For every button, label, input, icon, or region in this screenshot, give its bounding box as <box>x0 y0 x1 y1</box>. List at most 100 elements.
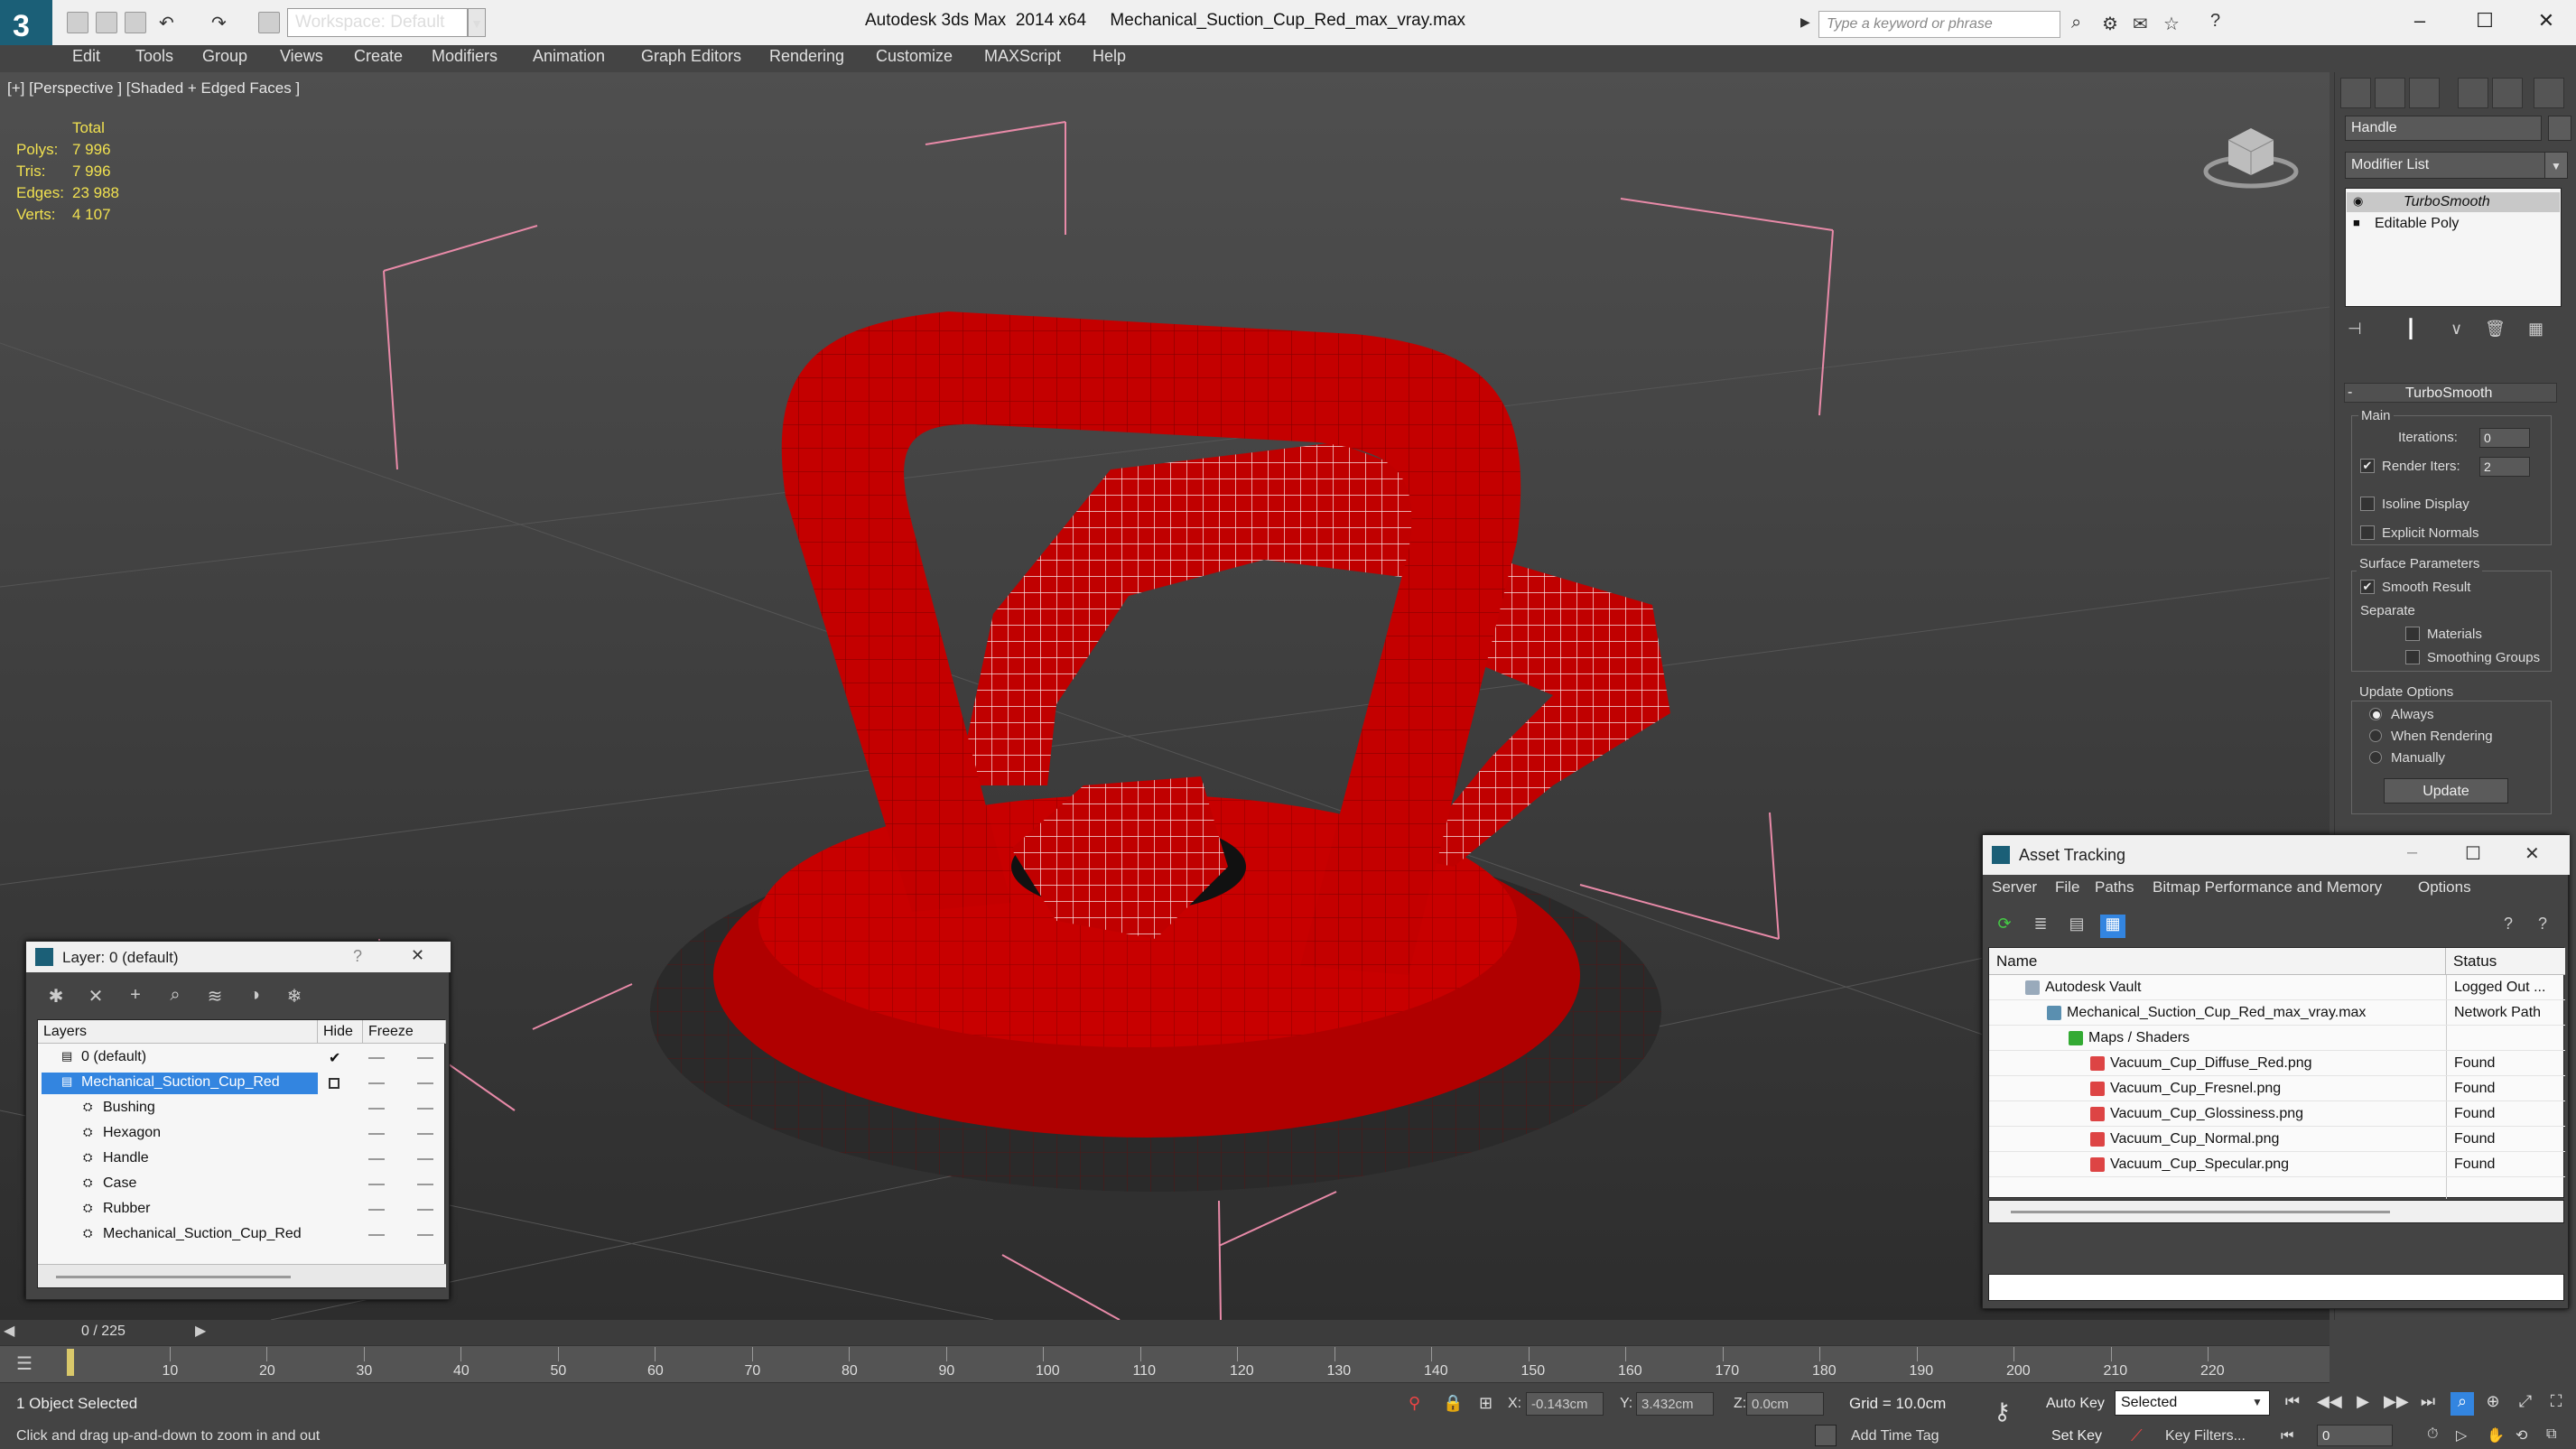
isolate-selection-icon[interactable]: ⚲ <box>1409 1394 1420 1413</box>
close-icon[interactable]: ✕ <box>2525 842 2540 865</box>
update-button[interactable]: Update <box>2384 778 2508 803</box>
select-objects-icon[interactable]: ⌕ <box>163 985 187 1008</box>
iterations-spinner[interactable]: 0 <box>2479 428 2530 448</box>
add-time-tag[interactable]: Add Time Tag <box>1851 1428 1939 1444</box>
when-rendering-radio[interactable] <box>2369 729 2382 742</box>
minimize-icon[interactable]: – <box>2402 7 2438 34</box>
x-coordinate-input[interactable]: -0.143cm <box>1526 1392 1604 1416</box>
minimize-icon[interactable]: – <box>2407 842 2417 863</box>
maximize-icon[interactable]: ☐ <box>2465 842 2481 865</box>
add-to-layer-icon[interactable]: + <box>124 985 147 1008</box>
current-layer-check-icon[interactable]: ✔ <box>329 1049 340 1067</box>
close-icon[interactable]: ✕ <box>411 946 424 965</box>
asset-row[interactable]: Vacuum_Cup_Normal.png Found <box>1989 1127 2565 1152</box>
horizontal-scrollbar[interactable] <box>38 1264 446 1287</box>
search-arrow-icon[interactable]: ▶ <box>1800 14 1810 30</box>
col-freeze[interactable]: Freeze <box>363 1020 446 1044</box>
modify-tab-icon[interactable] <box>2375 78 2405 108</box>
track-bar[interactable] <box>0 1345 2330 1383</box>
asset-row[interactable]: Mechanical_Suction_Cup_Red_max_vray.max … <box>1989 1000 2565 1026</box>
configure-sets-icon[interactable]: ▦ <box>2528 320 2543 339</box>
render-iters-spinner[interactable]: 2 <box>2479 457 2530 477</box>
menu-help[interactable]: Help <box>1093 47 1126 66</box>
time-slider-label[interactable]: 0 / 225 <box>81 1324 126 1340</box>
curve-editor-icon[interactable]: ☰ <box>16 1352 33 1375</box>
asset-menu-options[interactable]: Options <box>2418 878 2471 896</box>
asset-row[interactable]: Autodesk Vault Logged Out ... <box>1989 975 2565 1000</box>
create-tab-icon[interactable] <box>2340 78 2371 108</box>
subscription-icon[interactable]: ⚙ <box>2102 13 2118 35</box>
search-input[interactable]: Type a keyword or phrase <box>1818 11 2060 38</box>
help-icon[interactable]: ? <box>2210 11 2220 32</box>
menu-group[interactable]: Group <box>202 47 247 66</box>
layer-row[interactable]: ⛭ Case <box>38 1172 446 1197</box>
col-hide[interactable]: Hide <box>318 1020 363 1044</box>
asset-row[interactable]: Vacuum_Cup_Diffuse_Red.png Found <box>1989 1051 2565 1076</box>
explicit-normals-checkbox[interactable] <box>2360 525 2375 540</box>
scrollbar-thumb[interactable] <box>56 1276 291 1278</box>
maximize-toggle-icon[interactable]: ⧉ <box>2546 1426 2556 1443</box>
layer-row[interactable]: ⛭ Mechanical_Suction_Cup_Red <box>38 1222 446 1248</box>
time-config-icon[interactable]: ⏱ <box>2427 1426 2438 1443</box>
stack-item-turbosmooth[interactable]: TurboSmooth <box>2404 194 2490 210</box>
table-view-icon[interactable]: ▦ <box>2100 915 2125 938</box>
pan-hand-icon[interactable]: ✋ <box>2487 1426 2505 1444</box>
lock-selection-icon[interactable]: 🔒 <box>1443 1394 1463 1413</box>
viewport-label[interactable]: [+] [Perspective ] [Shaded + Edged Faces… <box>7 79 300 98</box>
orbit-icon[interactable]: ⟲ <box>2516 1426 2527 1444</box>
stack-item-editable-poly[interactable]: Editable Poly <box>2375 216 2459 232</box>
highlight-layer-icon[interactable]: ≋ <box>203 985 227 1008</box>
help-icon[interactable]: ? <box>2496 915 2521 938</box>
scrollbar-thumb[interactable] <box>2011 1211 2390 1213</box>
zoom-icon[interactable]: ⌕ <box>2450 1392 2474 1416</box>
help-icon[interactable]: ? <box>353 947 362 966</box>
y-coordinate-input[interactable]: 3.432cm <box>1636 1392 1714 1416</box>
asset-row[interactable]: Vacuum_Cup_Fresnel.png Found <box>1989 1076 2565 1101</box>
current-layer-box-icon[interactable] <box>329 1078 339 1089</box>
col-layers[interactable]: Layers <box>38 1020 318 1044</box>
layer-row[interactable]: ⛭ Bushing <box>38 1096 446 1121</box>
create-layer-icon[interactable]: ✱ <box>44 985 68 1008</box>
menu-create[interactable]: Create <box>354 47 403 66</box>
menu-maxscript[interactable]: MAXScript <box>984 47 1061 66</box>
current-frame-input[interactable]: 0 <box>2317 1425 2393 1446</box>
asset-menu-paths[interactable]: Paths <box>2095 878 2134 896</box>
time-slider-bar[interactable] <box>0 1320 2330 1345</box>
layer-row[interactable]: ⛭ Handle <box>38 1147 446 1172</box>
key-filters-button[interactable]: Key Filters... <box>2165 1428 2246 1444</box>
asset-row[interactable]: Vacuum_Cup_Specular.png Found <box>1989 1152 2565 1177</box>
absolute-mode-icon[interactable]: ⊞ <box>1479 1394 1493 1413</box>
asset-path-field[interactable] <box>1988 1274 2564 1301</box>
asset-row[interactable]: Vacuum_Cup_Glossiness.png Found <box>1989 1101 2565 1127</box>
rollout-collapse-icon[interactable]: - <box>2348 385 2352 401</box>
display-tab-icon[interactable] <box>2492 78 2523 108</box>
object-color-swatch[interactable] <box>2548 116 2571 141</box>
zoom-extents-icon[interactable]: ⤢ <box>2514 1392 2537 1416</box>
make-unique-icon[interactable]: ∨ <box>2450 320 2462 339</box>
hierarchy-tab-icon[interactable] <box>2409 78 2440 108</box>
z-coordinate-input[interactable]: 0.0cm <box>1746 1392 1824 1416</box>
isoline-checkbox[interactable] <box>2360 497 2375 511</box>
viewcube-icon[interactable] <box>2201 117 2301 190</box>
close-icon[interactable]: ✕ <box>2528 7 2564 34</box>
menu-modifiers[interactable]: Modifiers <box>432 47 498 66</box>
help-context-icon[interactable]: ? <box>2530 915 2555 938</box>
layer-row[interactable]: ⛭ Hexagon <box>38 1121 446 1147</box>
maximize-icon[interactable]: ☐ <box>2467 7 2503 34</box>
auto-key-button[interactable]: Auto Key <box>2046 1396 2105 1412</box>
menu-graph-editors[interactable]: Graph Editors <box>641 47 741 66</box>
remove-modifier-icon[interactable]: 🗑 <box>2485 320 2506 339</box>
asset-menu-server[interactable]: Server <box>1992 878 2037 896</box>
freeze-unfreeze-icon[interactable]: ❄ <box>283 985 306 1008</box>
asset-menu-file[interactable]: File <box>2055 878 2079 896</box>
play-icon[interactable]: ▶ <box>2351 1392 2375 1416</box>
menu-rendering[interactable]: Rendering <box>769 47 844 66</box>
utilities-tab-icon[interactable] <box>2534 78 2564 108</box>
list-view-icon[interactable]: ≣ <box>2028 915 2053 938</box>
maximize-viewport-icon[interactable]: ⛶ <box>2544 1392 2568 1416</box>
key-mode-icon[interactable]: ⏮ <box>2281 1428 2293 1444</box>
set-key-button[interactable]: Set Key <box>2051 1428 2102 1444</box>
go-to-start-icon[interactable]: ⏮ <box>2281 1392 2304 1416</box>
communication-icon[interactable]: ✉ <box>2133 13 2148 35</box>
menu-views[interactable]: Views <box>280 47 323 66</box>
